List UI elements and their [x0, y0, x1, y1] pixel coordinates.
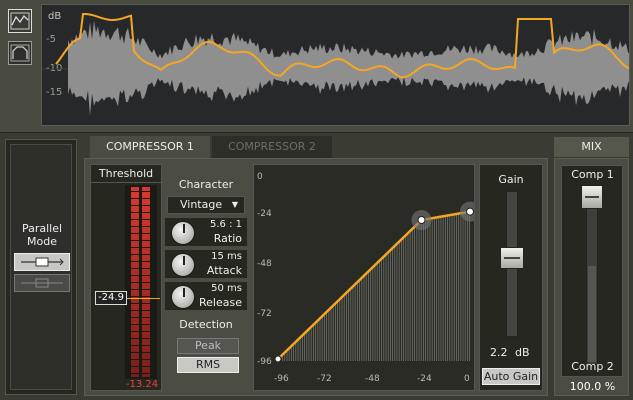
- waveform-display[interactable]: dB -5 -10 -15: [41, 4, 630, 126]
- release-control: 50 ms Release: [165, 282, 247, 310]
- parallel-mode-title: Parallel Mode: [21, 222, 63, 248]
- parallel-mode-off-button[interactable]: [14, 274, 70, 292]
- meter-readout: -13.24: [125, 379, 159, 390]
- threshold-value-field[interactable]: -24.9: [95, 291, 127, 305]
- parallel-mode-panel: Parallel Mode: [5, 139, 77, 395]
- chevron-down-icon: ▼: [231, 200, 238, 209]
- peak-button[interactable]: Peak: [177, 338, 239, 354]
- graph-y-tick: 0: [257, 172, 263, 182]
- character-title: Character: [178, 178, 234, 191]
- gain-title: Gain: [498, 173, 524, 186]
- release-label: Release: [199, 296, 242, 309]
- attack-label: Attack: [206, 264, 242, 277]
- release-value: 50 ms: [211, 283, 242, 294]
- graph-y-tick: -96: [257, 357, 272, 367]
- controls-section: Character Vintage ▼ 5.6 : 1 Ratio 15 ms …: [165, 174, 247, 391]
- threshold-marker-line[interactable]: [126, 298, 160, 299]
- ratio-value: 5.6 : 1: [210, 219, 242, 230]
- gain-readout: 2.2 dB: [490, 346, 540, 359]
- audio-waveform: [68, 20, 629, 116]
- gain-section: Gain 2.2 dB Auto Gain: [479, 164, 543, 391]
- mix-comp2-label: Comp 2: [571, 360, 614, 373]
- envelope-view-icon[interactable]: [8, 9, 32, 33]
- character-selected-value: Vintage: [180, 198, 223, 211]
- knee-handle: [417, 216, 426, 224]
- level-meter: [125, 185, 157, 379]
- attack-value: 15 ms: [211, 251, 242, 262]
- graph-x-tick: -24: [417, 374, 432, 384]
- graph-x-tick: 0: [464, 374, 470, 384]
- gain-slider-handle[interactable]: [500, 247, 524, 269]
- gain-value: 2.2: [490, 346, 508, 359]
- graph-y-tick: -72: [257, 309, 272, 319]
- waveform-panel: dB -5 -10 -15: [0, 0, 633, 133]
- graph-x-tick: -48: [365, 374, 380, 384]
- tab-compressor-1[interactable]: COMPRESSOR 1: [90, 136, 210, 158]
- mix-panel: Comp 1 Comp 2 100.0 %: [554, 158, 629, 396]
- auto-gain-button[interactable]: Auto Gain: [482, 368, 540, 385]
- rms-button[interactable]: RMS: [177, 357, 239, 373]
- compressor-panel: Threshold -24.9 -13.24 Character Vintage…: [84, 158, 548, 396]
- mix-slider-track[interactable]: [586, 185, 598, 365]
- transfer-curve-graph[interactable]: 0 -24 -48 -72 -96 -96 -72 -48 -24 0: [253, 164, 480, 391]
- graph-y-tick: -48: [257, 259, 272, 269]
- mix-slider-handle[interactable]: [581, 185, 603, 209]
- graph-y-tick: -24: [257, 209, 272, 219]
- ratio-control: 5.6 : 1 Ratio: [165, 218, 247, 246]
- threshold-title: Threshold: [98, 167, 154, 180]
- db-unit-label: dB: [48, 11, 61, 22]
- mix-value: 100.0 %: [569, 380, 616, 393]
- graph-x-tick: -72: [317, 374, 332, 384]
- parallel-mode-on-button[interactable]: [14, 253, 70, 271]
- floor-handle: [274, 355, 282, 363]
- ratio-label: Ratio: [213, 232, 242, 245]
- ceiling-handle: [466, 207, 474, 216]
- character-select[interactable]: Vintage ▼: [167, 196, 245, 214]
- curve-view-icon[interactable]: [8, 41, 32, 65]
- threshold-section: Threshold -24.9 -13.24: [90, 164, 162, 391]
- attack-control: 15 ms Attack: [165, 250, 247, 278]
- graph-x-tick: -96: [274, 374, 289, 384]
- main-area: Parallel Mode COMPRESSOR 1 COMPRESSOR 2 …: [0, 133, 633, 400]
- scale-tick-5: -5: [46, 34, 56, 45]
- mix-title: MIX: [554, 137, 629, 157]
- gain-unit: dB: [515, 346, 530, 359]
- mix-comp1-label: Comp 1: [571, 168, 614, 181]
- scale-tick-15: -15: [46, 87, 62, 98]
- detection-title: Detection: [179, 318, 233, 331]
- tab-compressor-2[interactable]: COMPRESSOR 2: [212, 136, 332, 158]
